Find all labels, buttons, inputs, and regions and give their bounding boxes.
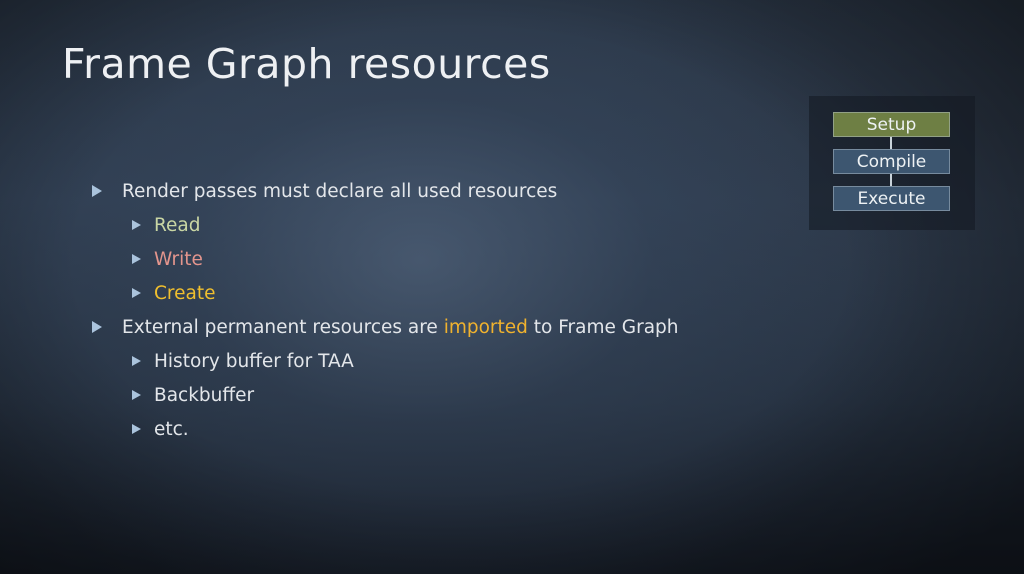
- slide-title: Frame Graph resources: [62, 40, 551, 88]
- bullet-item: Render passes must declare all used reso…: [92, 174, 679, 208]
- highlight-imported: imported: [443, 316, 528, 338]
- stage-compile: Compile: [833, 149, 950, 174]
- triangle-right-icon: [92, 185, 102, 197]
- slide: Frame Graph resources Render passes must…: [0, 0, 1024, 574]
- triangle-right-icon: [132, 424, 141, 434]
- bullet-text: External permanent resources are importe…: [122, 317, 679, 338]
- bullet-item: External permanent resources are importe…: [92, 310, 679, 344]
- sub-bullet-item: History buffer for TAA: [92, 344, 679, 378]
- bullet-text-after: to Frame Graph: [527, 316, 679, 338]
- sub-bullet-create: Create: [154, 282, 216, 304]
- bullet-text: Render passes must declare all used reso…: [122, 180, 558, 202]
- sub-bullet-text: etc.: [154, 418, 189, 440]
- sub-bullet-text: History buffer for TAA: [154, 350, 354, 372]
- triangle-right-icon: [92, 321, 102, 333]
- sub-bullet-item: Backbuffer: [92, 378, 679, 412]
- sub-bullet-item: etc.: [92, 412, 679, 446]
- sub-bullet-item: Write: [92, 242, 679, 276]
- bullet-list: Render passes must declare all used reso…: [92, 174, 679, 446]
- sub-bullet-item: Create: [92, 276, 679, 310]
- triangle-right-icon: [132, 390, 141, 400]
- sub-bullet-item: Read: [92, 208, 679, 242]
- stage-setup: Setup: [833, 112, 950, 137]
- pipeline-connector: [890, 174, 892, 186]
- triangle-right-icon: [132, 288, 141, 298]
- bullet-text-before: External permanent resources are: [122, 316, 444, 338]
- sub-bullet-write: Write: [154, 248, 203, 270]
- pipeline-connector: [890, 137, 892, 149]
- triangle-right-icon: [132, 254, 141, 264]
- triangle-right-icon: [132, 356, 141, 366]
- stage-execute: Execute: [833, 186, 950, 211]
- sub-bullet-read: Read: [154, 214, 201, 236]
- sub-bullet-text: Backbuffer: [154, 384, 255, 406]
- triangle-right-icon: [132, 220, 141, 230]
